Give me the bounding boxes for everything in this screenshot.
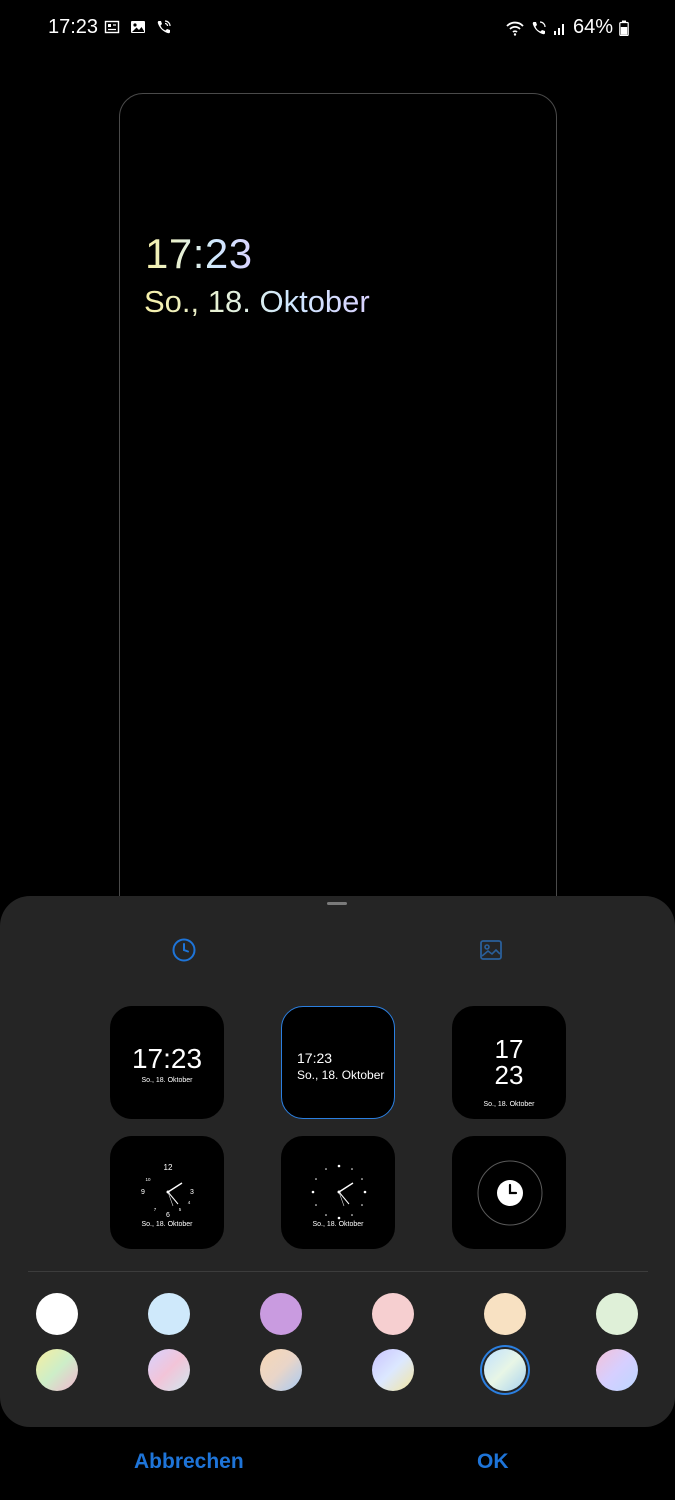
status-left-icons: [104, 19, 172, 35]
color-swatch-light-blue[interactable]: [148, 1293, 190, 1335]
tile-time: 17:23: [297, 1050, 333, 1066]
clock-style-digital-stacked[interactable]: 17 23 So., 18. Oktober: [452, 1006, 566, 1119]
cancel-button[interactable]: Abbrechen: [134, 1450, 244, 1474]
color-swatch-pink[interactable]: [372, 1293, 414, 1335]
preview-time: 17:23: [145, 230, 253, 277]
battery-icon: [619, 20, 629, 36]
clock-style-icon[interactable]: [452, 1136, 566, 1249]
color-swatch-mint[interactable]: [596, 1293, 638, 1335]
sheet-handle[interactable]: [327, 902, 347, 905]
aod-preview: 17:23 So., 18. Oktober: [119, 93, 557, 923]
image-icon: [130, 19, 146, 35]
clock-style-analog-dots[interactable]: So., 18. Oktober: [281, 1136, 395, 1249]
battery-percent: 64%: [572, 16, 613, 38]
tile-time: 17:23: [131, 1043, 203, 1074]
gradient-swatch[interactable]: [260, 1349, 302, 1391]
clock-style-digital-left[interactable]: 17:23 So., 18. Oktober: [281, 1006, 395, 1119]
preview-date: So., 18. Oktober: [144, 284, 370, 319]
clock-style-digital-large[interactable]: 17:23 So., 18. Oktober: [110, 1006, 224, 1119]
status-right-icons: 64%: [505, 16, 629, 39]
wifi-icon: [505, 20, 525, 36]
tile-date: So., 18. Oktober: [483, 1101, 535, 1108]
clock-style-analog-numbers[interactable]: 12 3 6 9 10 4 5 7 So., 18. Oktober: [110, 1136, 224, 1249]
clock-number: 6: [166, 1212, 170, 1219]
clock-icon: [477, 1160, 543, 1226]
color-swatch-peach[interactable]: [484, 1293, 526, 1335]
gradient-swatch[interactable]: [372, 1349, 414, 1391]
sheet-divider: [28, 1271, 648, 1272]
image-icon[interactable]: [479, 938, 503, 962]
clock-icon[interactable]: [172, 938, 196, 962]
clock-number: 4: [188, 1200, 191, 1205]
tile-date: So., 18. Oktober: [312, 1221, 364, 1228]
tile-date: So., 18. Oktober: [297, 1068, 385, 1082]
clock-number: 5: [179, 1207, 182, 1212]
clock-number: 7: [154, 1207, 157, 1212]
tile-minute: 23: [494, 1060, 524, 1090]
clock-number: 12: [164, 1163, 173, 1172]
gradient-swatch-selected[interactable]: [484, 1349, 526, 1391]
status-bar: 17:23 64%: [0, 0, 675, 56]
gradient-swatch[interactable]: [596, 1349, 638, 1391]
signal-icon: [553, 20, 567, 36]
style-bottom-sheet: 17:23 So., 18. Oktober 17:23 So., 18. Ok…: [0, 896, 675, 1427]
color-swatch-white[interactable]: [36, 1293, 78, 1335]
tile-date: So., 18. Oktober: [141, 1221, 193, 1228]
clock-number: 9: [141, 1189, 145, 1196]
wifi-call-icon: [156, 19, 172, 35]
clock-number: 10: [145, 1177, 151, 1182]
clock-number: 3: [190, 1189, 194, 1196]
status-time: 17:23: [48, 16, 99, 38]
color-swatch-purple[interactable]: [260, 1293, 302, 1335]
gradient-swatch[interactable]: [148, 1349, 190, 1391]
news-icon: [104, 19, 120, 35]
tile-date: So., 18. Oktober: [141, 1077, 193, 1084]
ok-button[interactable]: OK: [477, 1450, 509, 1474]
gradient-swatch[interactable]: [36, 1349, 78, 1391]
wifi-call-icon: [531, 20, 547, 36]
